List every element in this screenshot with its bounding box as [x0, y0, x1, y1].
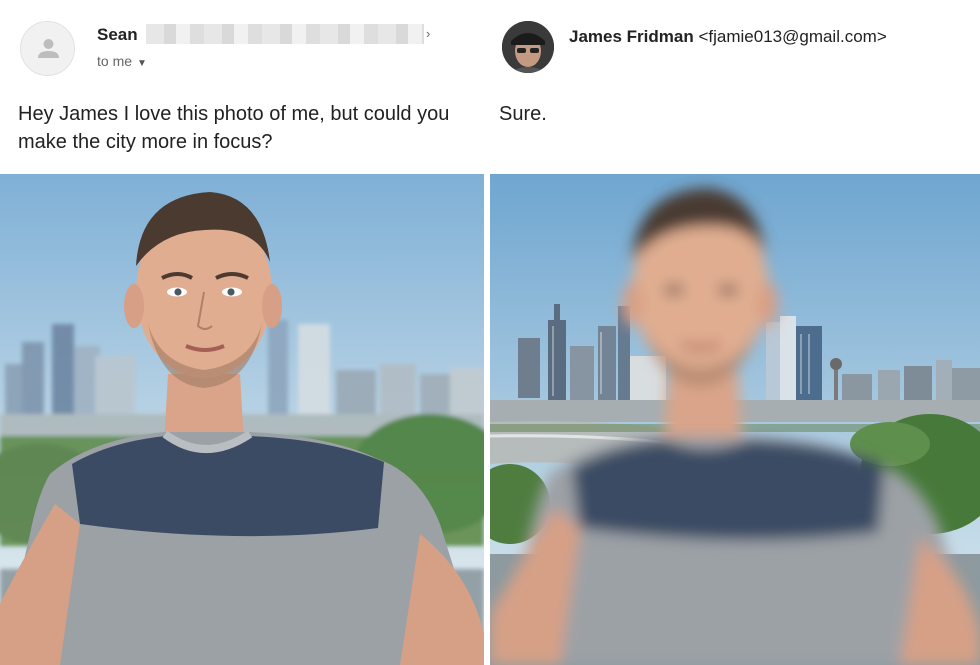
- sender-email-address: <fjamie013@gmail.com>: [698, 27, 887, 46]
- attached-photo-edited[interactable]: [490, 174, 980, 665]
- recipient-dropdown[interactable]: to me ▼: [97, 53, 147, 69]
- attached-photo-original[interactable]: [0, 174, 484, 665]
- redacted-email-address: [146, 24, 424, 44]
- sender-display-name: James Fridman: [569, 27, 694, 46]
- sender-name: Sean: [97, 25, 138, 44]
- recipient-label: to me: [97, 53, 133, 69]
- profile-photo-icon: [502, 21, 554, 73]
- sender-avatar[interactable]: [502, 21, 554, 73]
- message-body: Sure.: [499, 103, 547, 125]
- chevron-right-icon[interactable]: ›: [426, 26, 430, 41]
- email-panel-james: James Fridman <fjamie013@gmail.com> Sure…: [490, 0, 980, 665]
- sender-name: James Fridman <fjamie013@gmail.com>: [569, 27, 887, 47]
- person-silhouette-icon: [38, 39, 59, 58]
- caret-down-icon: ▼: [137, 58, 147, 69]
- sender-avatar[interactable]: [20, 21, 75, 76]
- photo-blurry-man-sharp-city: [490, 174, 980, 665]
- message-body: Hey James I love this photo of me, but c…: [18, 103, 450, 153]
- photo-man-blurry-city: [0, 174, 484, 665]
- email-panel-sean: Sean › to me ▼ Hey James I love this phot…: [0, 0, 484, 665]
